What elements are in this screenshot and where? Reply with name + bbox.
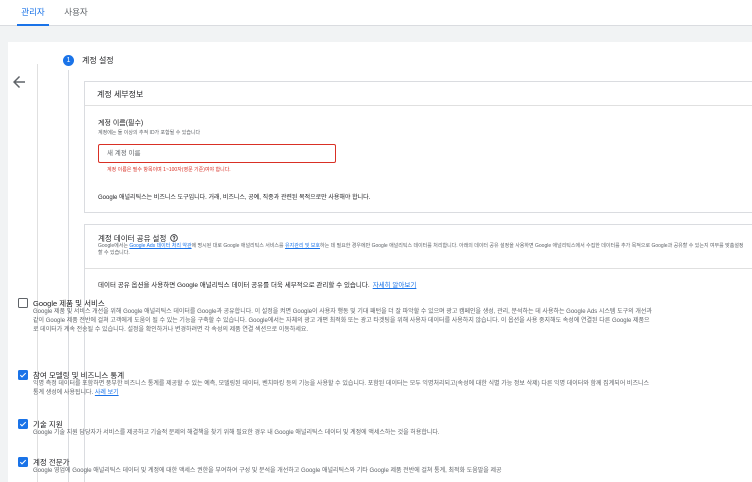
modeling-insights-checkbox[interactable] [18,370,28,380]
account-specialists-checkbox[interactable] [18,457,28,467]
top-tab-bar: 관리자 사용자 [0,0,752,26]
data-sharing-title-text: 계정 데이터 공유 설정 [98,234,167,243]
check-icon [19,372,27,378]
step-number: 1 [63,55,74,66]
help-circle-icon[interactable] [170,234,179,242]
arrow-back-icon [13,76,25,88]
check-icon [19,421,27,427]
account-name-description: 계정에는 둘 이상의 추적 ID가 포함될 수 있습니다 [98,130,201,136]
sharing-intro-text: 데이터 공유 옵션을 사용하면 Google 애널리틱스 데이터 공유를 더욱 … [98,282,370,289]
see-example-link[interactable]: 사례 보기 [95,390,119,396]
check-icon [19,459,27,465]
account-details-heading: 계정 세부정보 [97,90,144,99]
desc-text-2: 에 명시된 대로 Google 애널리틱스 서비스를 [191,243,286,249]
business-use-note: Google 애널리틱스는 비즈니스 도구입니다. 거래, 비즈니스, 공예, … [98,195,371,201]
maintain-protect-link[interactable]: 유지관리 및 보호 [285,243,320,249]
tab-user[interactable]: 사용자 [62,0,90,26]
account-name-label: 계정 이름(필수) [98,120,144,127]
divider [85,268,752,269]
ads-data-terms-link[interactable]: Google Ads 데이터 처리 약관 [129,243,191,249]
data-sharing-description: Google에서는 Google Ads 데이터 처리 약관에 명시된 대로 G… [98,243,746,257]
account-name-error: 계정 이름은 필수 항목이며 1~100자(영문 기준)여야 합니다. [107,167,231,173]
tab-admin[interactable]: 관리자 [17,0,49,26]
account-details-card: 계정 세부정보 계정 이름(필수) 계정에는 둘 이상의 추적 ID가 포함될 … [84,81,752,213]
option-description: Google 기술 지원 담당자가 서비스를 제공하고 기술적 문제의 해결책을… [33,430,440,436]
data-sharing-card: 계정 데이터 공유 설정 Google에서는 Google Ads 데이터 처리… [84,224,752,482]
tech-support-checkbox[interactable] [18,419,28,429]
desc-text-1: Google에서는 [98,243,130,249]
sharing-intro: 데이터 공유 옵션을 사용하면 Google 애널리틱스 데이터 공유를 더욱 … [98,279,416,289]
option-description: Google 영업에 Google 애널리틱스 데이터 및 계정에 대한 액세스… [33,468,502,474]
option-description: 익명 측정 데이터를 포함하면 풍부한 비즈니스 통계를 제공할 수 있는 예측… [33,380,653,398]
option-description: Google 제품 및 서비스 개선을 위해 Google 애널리틱스 데이터를… [33,309,652,333]
google-products-checkbox[interactable] [18,298,28,308]
option-body-text: 익명 측정 데이터를 포함하면 풍부한 비즈니스 통계를 제공할 수 있는 예측… [33,381,650,396]
step-title: 계정 설정 [82,56,114,65]
learn-more-link[interactable]: 자세히 알아보기 [373,282,417,289]
back-button[interactable] [10,73,28,91]
step-connector-line [68,70,69,482]
account-name-input[interactable] [98,144,336,163]
account-details-header: 계정 세부정보 [85,82,752,106]
